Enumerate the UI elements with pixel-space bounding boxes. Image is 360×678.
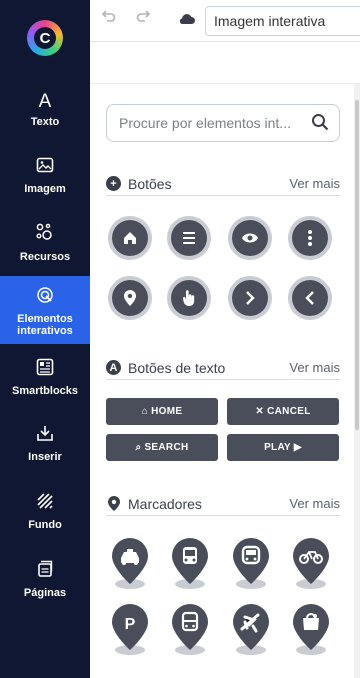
location-button-element[interactable] bbox=[108, 276, 152, 320]
search-text-button[interactable]: ⌕ SEARCH bbox=[106, 434, 218, 461]
sidebar-item-inserir[interactable]: Inserir bbox=[0, 424, 90, 463]
sidebar-item-recursos[interactable]: Recursos bbox=[0, 222, 90, 263]
smartblocks-icon bbox=[36, 358, 54, 381]
pin-icon bbox=[106, 496, 121, 511]
search-input[interactable]: Procure por elementos int... bbox=[106, 104, 340, 142]
sidebar-item-paginas[interactable]: Páginas bbox=[0, 560, 90, 599]
menu-button-element[interactable] bbox=[167, 216, 211, 260]
sidebar-item-label: Recursos bbox=[19, 251, 71, 263]
section-header-buttons: + Botões Ver mais bbox=[106, 174, 340, 196]
sidebar-item-label: Fundo bbox=[28, 519, 62, 531]
see-more-link[interactable]: Ver mais bbox=[289, 496, 340, 511]
home-icon bbox=[112, 220, 148, 256]
sidebar-item-imagem[interactable]: Imagem bbox=[0, 156, 90, 195]
logo-letter: C bbox=[39, 29, 51, 47]
svg-text:P: P bbox=[125, 616, 136, 633]
sidebar-item-label: Smartblocks bbox=[11, 385, 79, 397]
resources-icon bbox=[35, 222, 55, 247]
section-title: Marcadores bbox=[128, 496, 202, 512]
airplane-marker[interactable] bbox=[229, 602, 273, 656]
location-icon bbox=[112, 280, 148, 316]
parking-marker[interactable]: P bbox=[108, 602, 152, 656]
top-toolbar: Imagem interativa bbox=[90, 0, 360, 42]
eye-icon bbox=[232, 220, 268, 256]
bicycle-marker[interactable] bbox=[289, 536, 333, 590]
bus-marker[interactable] bbox=[168, 536, 212, 590]
project-title-field[interactable]: Imagem interativa bbox=[205, 6, 360, 36]
plus-icon: + bbox=[106, 176, 121, 191]
sidebar-item-texto[interactable]: A Texto bbox=[0, 91, 90, 129]
section-title: Botões bbox=[128, 176, 172, 192]
train-marker[interactable] bbox=[229, 536, 273, 590]
see-more-link[interactable]: Ver mais bbox=[289, 360, 340, 375]
more-button-element[interactable] bbox=[288, 216, 332, 260]
previous-button-element[interactable] bbox=[288, 276, 332, 320]
sidebar-item-fundo[interactable]: Fundo bbox=[0, 492, 90, 531]
bag-marker[interactable] bbox=[289, 602, 333, 656]
sidebar-item-label: Texto bbox=[30, 116, 60, 128]
play-text-button[interactable]: PLAY ▶ bbox=[227, 434, 339, 461]
section-title: Botões de texto bbox=[128, 360, 226, 376]
hand-icon bbox=[171, 280, 207, 316]
text-icon: A bbox=[38, 91, 52, 112]
eye-button-element[interactable] bbox=[228, 216, 272, 260]
chevron-right-icon bbox=[232, 280, 268, 316]
sidebar-item-smartblocks[interactable]: Smartblocks bbox=[0, 358, 90, 397]
home-text-button[interactable]: ⌂ HOME bbox=[106, 398, 218, 425]
home-button-element[interactable] bbox=[108, 216, 152, 260]
scrollbar-thumb[interactable] bbox=[355, 100, 359, 430]
interactive-icon bbox=[36, 286, 54, 309]
sidebar: C A Texto Imagem Recursos Elementos inte… bbox=[0, 0, 90, 678]
sidebar-item-label: Páginas bbox=[23, 587, 67, 599]
background-icon bbox=[36, 492, 54, 515]
image-icon bbox=[36, 156, 54, 179]
sidebar-item-label: Inserir bbox=[28, 451, 62, 463]
taxi-marker[interactable] bbox=[108, 536, 152, 590]
more-vertical-icon bbox=[292, 220, 328, 256]
hand-button-element[interactable] bbox=[167, 276, 211, 320]
redo-icon[interactable] bbox=[136, 10, 151, 29]
next-button-element[interactable] bbox=[228, 276, 272, 320]
search-icon[interactable] bbox=[311, 113, 329, 131]
sidebar-item-label: Imagem bbox=[24, 183, 66, 195]
text-letter-icon: A bbox=[106, 360, 121, 375]
cloud-icon bbox=[178, 12, 196, 31]
bus-stop-marker[interactable] bbox=[168, 602, 212, 656]
sidebar-item-label: Elementos interativos bbox=[17, 313, 73, 337]
elements-panel: Procure por elementos int... + Botões Ve… bbox=[90, 84, 360, 678]
menu-icon bbox=[171, 220, 207, 256]
section-header-markers: Marcadores Ver mais bbox=[106, 494, 340, 516]
insert-icon bbox=[36, 424, 54, 447]
chevron-left-icon bbox=[292, 280, 328, 316]
search-placeholder: Procure por elementos int... bbox=[119, 115, 291, 131]
see-more-link[interactable]: Ver mais bbox=[289, 176, 340, 191]
sidebar-item-elementos-interativos[interactable]: Elementos interativos bbox=[0, 276, 90, 344]
undo-icon[interactable] bbox=[101, 10, 116, 29]
toolbar-strip bbox=[90, 42, 360, 84]
pages-icon bbox=[36, 560, 54, 583]
cancel-text-button[interactable]: ✕ CANCEL bbox=[227, 398, 339, 425]
section-header-text-buttons: A Botões de texto Ver mais bbox=[106, 358, 340, 380]
